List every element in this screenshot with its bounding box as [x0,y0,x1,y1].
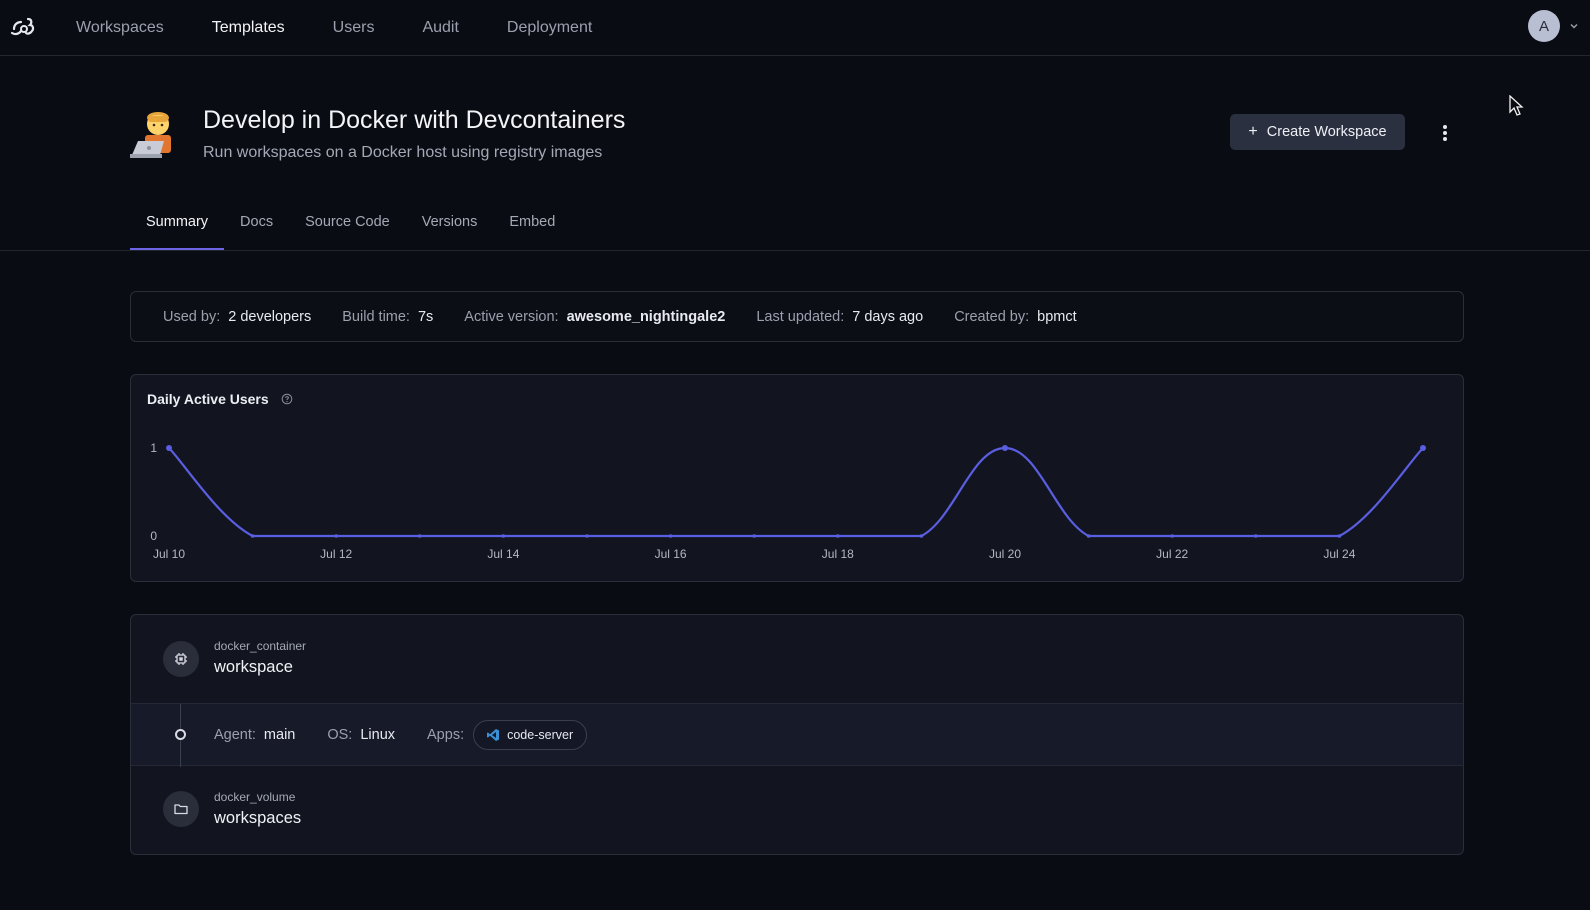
mouse-cursor-icon [1509,95,1524,116]
dau-data-point [1170,534,1174,538]
tabs-divider [0,250,1590,251]
stat-active-version: Active version: awesome_nightingale2 [464,309,725,325]
dau-data-point [1086,534,1091,538]
dau-data-point [836,534,840,538]
y-tick-label: 1 [150,441,157,455]
page-title: Develop in Docker with Devcontainers [203,106,626,134]
dau-data-point [668,534,673,538]
dau-data-point [585,534,589,538]
tab-embed[interactable]: Embed [493,205,571,250]
nav-audit[interactable]: Audit [422,19,458,37]
agent-row: Agent: main OS: Linux Apps: code-server [131,703,1463,767]
folder-icon [163,791,199,827]
template-tabs: Summary Docs Source Code Versions Embed [130,205,571,250]
x-tick-label: Jul 20 [989,547,1021,561]
stat-label: Active version: [464,308,559,325]
stat-value: 7s [417,308,434,325]
plus-icon: + [1248,123,1258,140]
active-version-link[interactable]: awesome_nightingale2 [567,309,726,325]
more-options-icon[interactable] [1433,120,1457,146]
dau-data-point [166,445,172,451]
stat-label: Build time: [342,308,410,325]
dau-data-point [250,534,255,538]
coder-logo-icon[interactable] [10,13,38,41]
dau-data-point [1254,534,1258,538]
nav-workspaces[interactable]: Workspaces [76,19,164,37]
resource-row-container: docker_container workspace [131,615,1463,703]
dau-data-point [418,534,422,538]
x-tick-label: Jul 14 [487,547,519,561]
vscode-icon [487,728,500,741]
x-tick-label: Jul 10 [153,547,185,561]
y-tick-label: 0 [150,529,157,543]
dau-data-point [1420,445,1426,451]
user-avatar[interactable]: A [1528,10,1560,42]
dau-data-point [1002,445,1008,451]
stat-value: bpmct [1037,308,1077,325]
stat-created-by: Created by: bpmct [954,309,1076,325]
nav-links: Workspaces Templates Users Audit Deploym… [76,0,640,56]
nav-deployment[interactable]: Deployment [507,19,592,37]
tab-versions[interactable]: Versions [406,205,494,250]
x-tick-label: Jul 16 [655,547,687,561]
os-label: OS: [327,726,353,743]
resource-type: docker_volume [214,790,296,804]
template-header: Develop in Docker with Devcontainers Run… [130,100,1464,170]
create-workspace-button[interactable]: + Create Workspace [1230,114,1405,150]
resource-name: workspaces [214,809,302,827]
apps-label: Apps: [427,726,465,743]
dau-data-point [752,534,756,538]
agent-status-dot [175,729,186,740]
nav-templates[interactable]: Templates [212,19,285,37]
stat-label: Used by: [163,308,221,325]
daily-active-users-card: Daily Active Users 0 1 Jul 10 Jul 12 Jul 14 J… [130,374,1464,582]
os-value: Linux [360,726,396,743]
app-name: code-server [507,727,574,742]
page-subtitle: Run workspaces on a Docker host using re… [203,144,603,161]
stat-used-by: Used by: 2 developers [163,309,311,325]
dau-line-chart: 0 1 Jul 10 Jul 12 Jul 14 Jul 16 Jul 18 Jul 20 Ju… [150,441,1426,561]
resource-name: workspace [214,658,293,676]
agent-label: Agent: [214,726,256,743]
resource-type: docker_container [214,639,307,653]
stat-build-time: Build time: 7s [342,309,433,325]
tab-summary[interactable]: Summary [130,205,225,250]
agent-value: main [263,726,296,743]
technologist-emoji-icon [130,112,171,158]
agent-info: Agent: main OS: Linux Apps: code-server [214,704,588,765]
resource-row-volume: docker_volume workspaces [131,766,1463,854]
chevron-down-icon[interactable] [1568,20,1580,32]
tab-source-code[interactable]: Source Code [289,205,406,250]
stat-value: 2 developers [228,308,312,325]
x-tick-label: Jul 24 [1323,547,1355,561]
chip-icon [163,641,199,677]
dau-series-line [168,446,1424,538]
tab-docs[interactable]: Docs [224,205,289,250]
x-tick-label: Jul 22 [1156,547,1188,561]
create-workspace-label: Create Workspace [1266,124,1387,140]
dau-data-point [919,534,924,538]
top-navbar: Workspaces Templates Users Audit Deploym… [0,0,1590,56]
x-tick-label: Jul 18 [822,547,854,561]
dau-data-point [501,534,506,538]
app-code-server-button[interactable]: code-server [473,719,588,750]
stat-value: 7 days ago [852,308,924,325]
stat-last-updated: Last updated: 7 days ago [756,309,923,325]
stat-label: Created by: [954,308,1030,325]
x-tick-label: Jul 12 [320,547,352,561]
stat-label: Last updated: [756,308,845,325]
nav-users[interactable]: Users [333,19,375,37]
resources-card: docker_container workspace Agent: main O… [130,614,1464,855]
dau-data-point [334,534,338,538]
dau-data-point [1337,534,1342,538]
template-stats: Used by: 2 developers Build time: 7s Activ… [130,291,1464,342]
